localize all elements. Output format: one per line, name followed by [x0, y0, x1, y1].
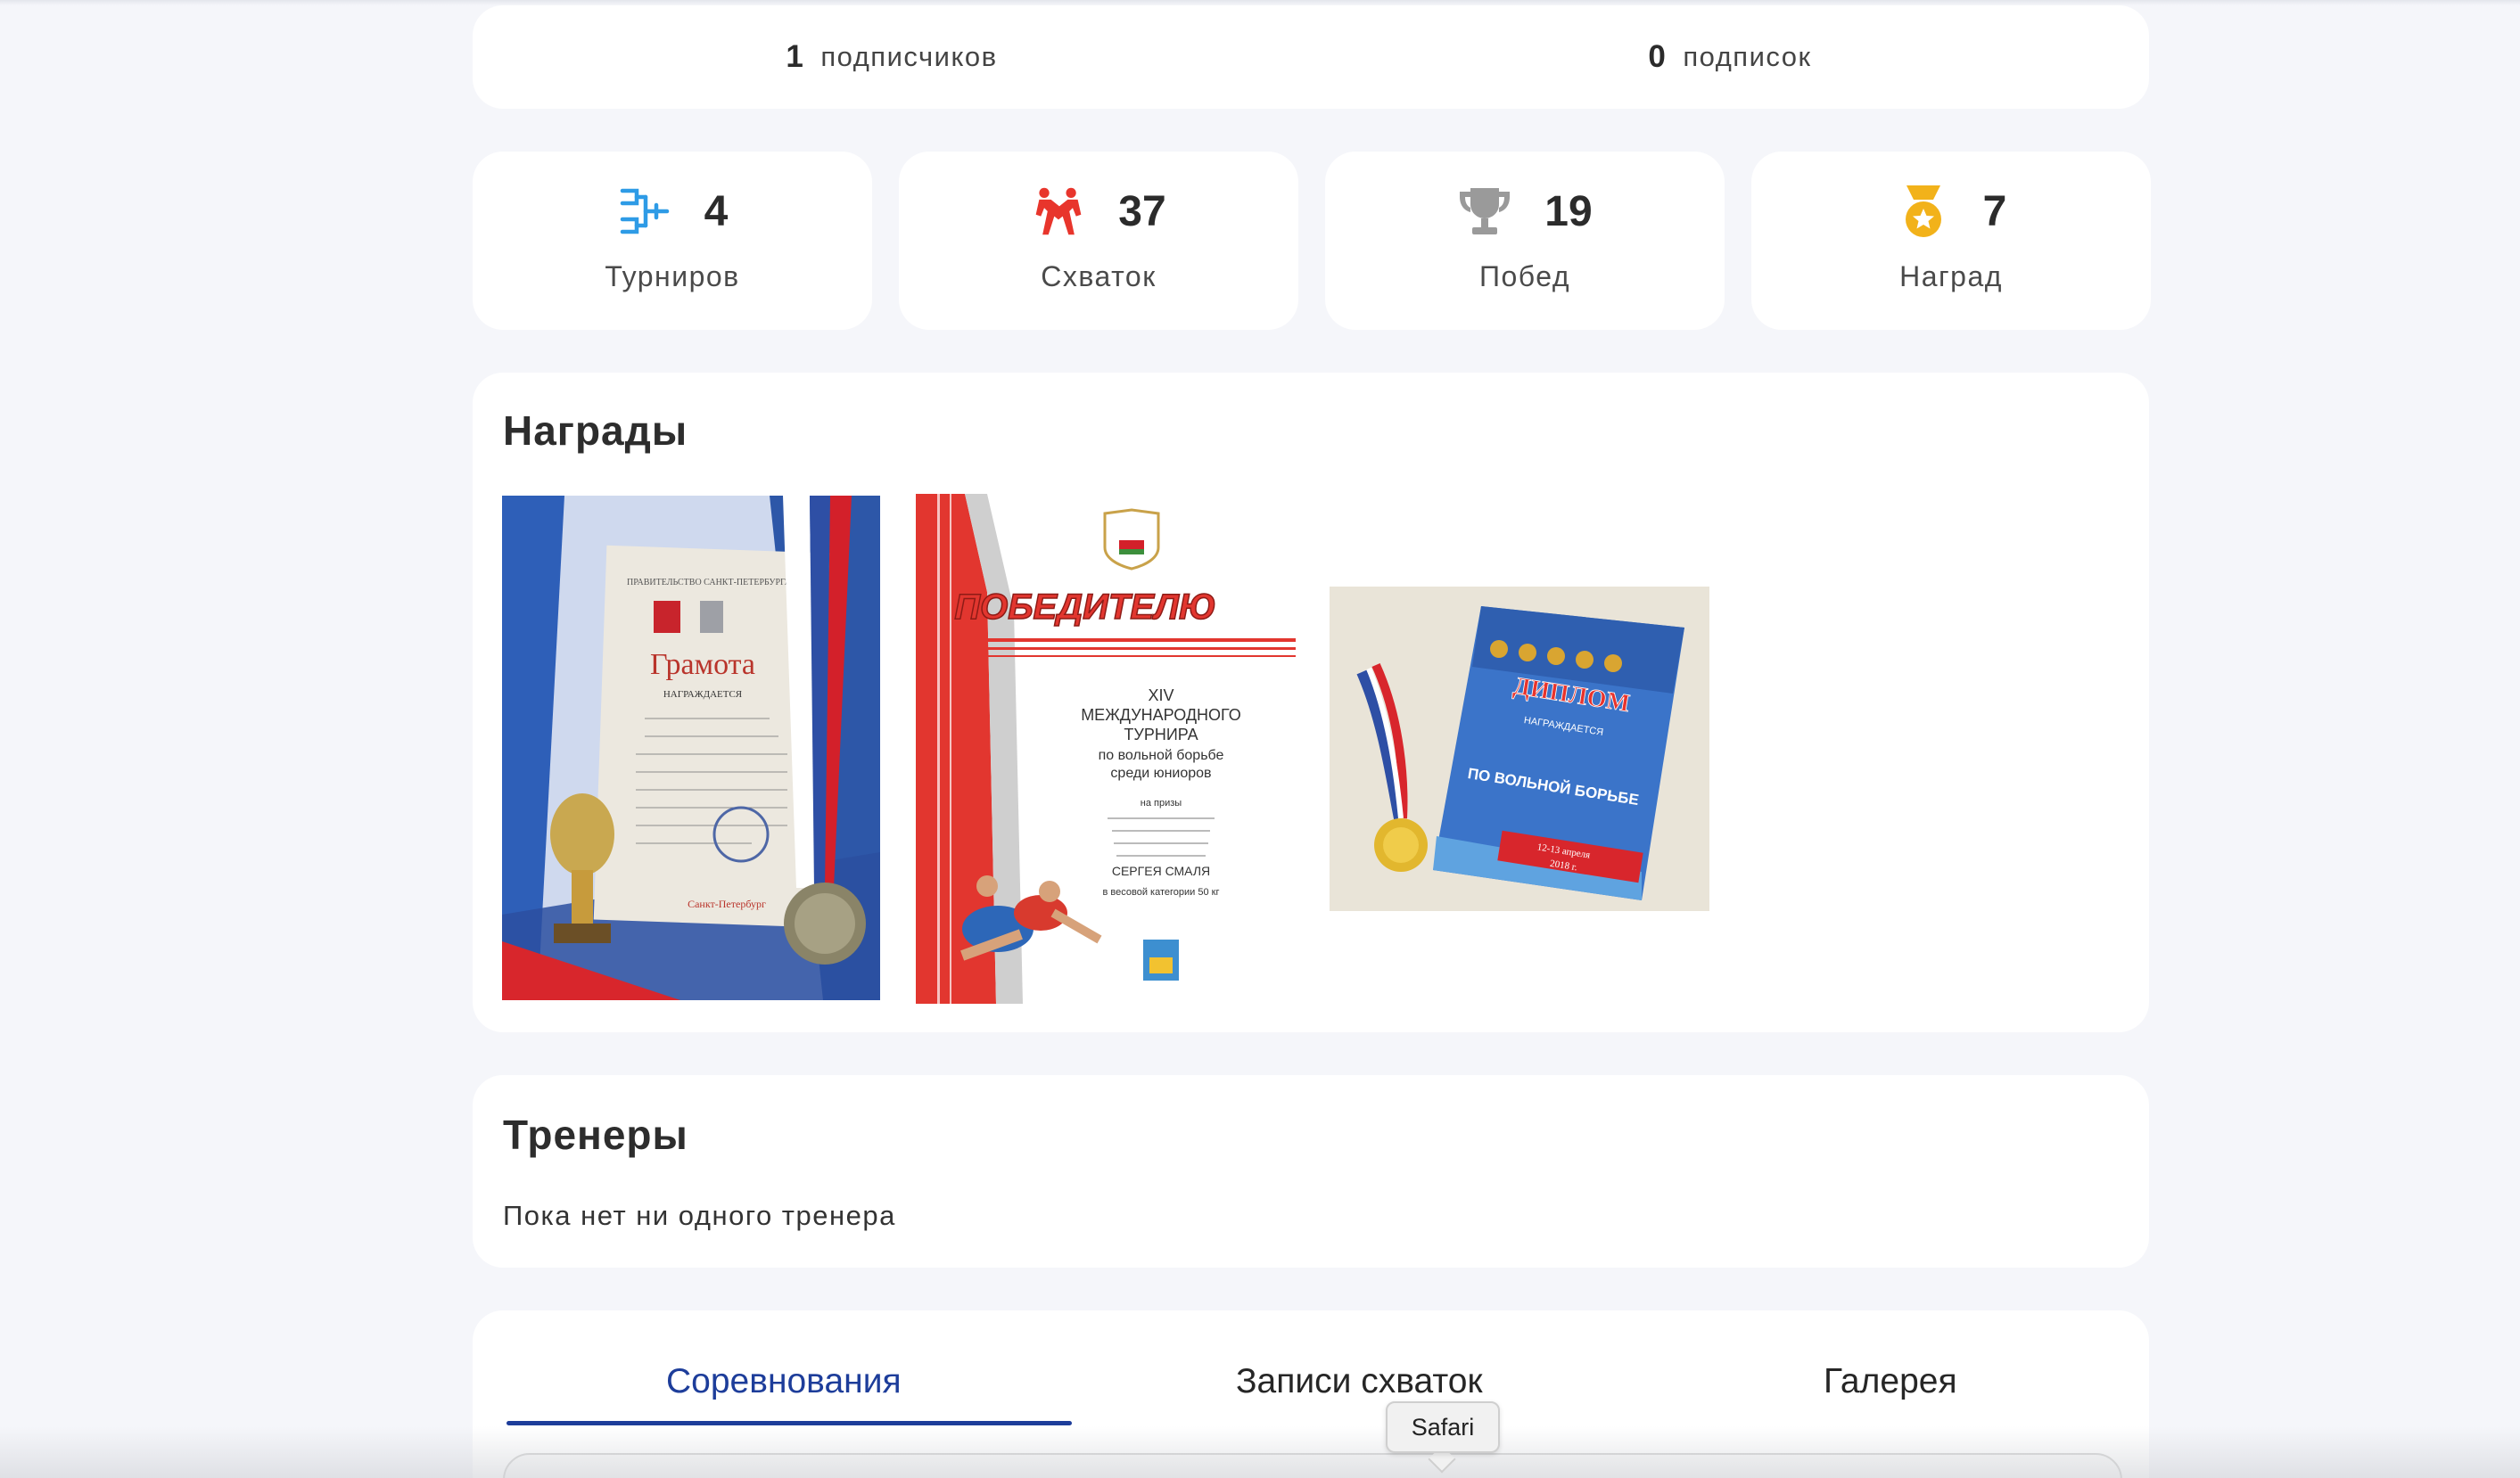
fights-count: 37 — [1118, 187, 1166, 235]
award-photo-diploma[interactable]: ДИПЛОМ НАГРАЖДАЕТСЯ ПО ВОЛЬНОЙ БОРЬБЕ 12… — [1330, 587, 1709, 911]
medal-icon — [1896, 184, 1951, 239]
winner-line3: ТУРНИРА — [1124, 726, 1198, 743]
winner-line7: СЕРГЕЯ СМАЛЯ — [1112, 864, 1210, 878]
awards-title: Награды — [503, 407, 688, 454]
stat-fights[interactable]: 37 Схваток — [899, 152, 1298, 330]
stat-awards[interactable]: 7 Наград — [1751, 152, 2151, 330]
followers-link[interactable]: 1 подписчиков — [473, 5, 1311, 109]
award-photo-winner[interactable]: ПОБЕДИТЕЛЮ XIV МЕЖДУНАРОДНОГО ТУРНИРА по… — [916, 494, 1296, 1004]
winner-line4: по вольной борьбе — [1099, 748, 1224, 763]
following-link[interactable]: 0 подписок — [1311, 5, 2149, 109]
wins-label: Побед — [1478, 260, 1571, 292]
trophy-icon — [1457, 184, 1512, 239]
followers-card: 1 подписчиков 0 подписок — [473, 5, 2149, 109]
gramota-footer: Санкт-Петербург — [688, 898, 766, 910]
profile-page: 1 подписчиков 0 подписок 4 Турниров 37 С… — [0, 0, 2520, 1478]
active-tab-indicator — [506, 1421, 1072, 1425]
winner-line8: в весовой категории 50 кг — [1103, 887, 1220, 898]
gramota-heading: Грамота — [650, 648, 755, 681]
trainers-title: Тренеры — [503, 1112, 688, 1158]
followers-label: подписчиков — [820, 41, 998, 72]
stat-wins[interactable]: 19 Побед — [1325, 152, 1725, 330]
fights-label: Схваток — [1041, 260, 1157, 292]
wrestlers-icon — [1031, 184, 1086, 239]
safari-tooltip: Safari — [1386, 1401, 1500, 1453]
award-photo-gramota[interactable]: ПРАВИТЕЛЬСТВО САНКТ-ПЕТЕРБУРГА Грамота Н… — [502, 496, 880, 1000]
trainers-empty-text: Пока нет ни одного тренера — [503, 1200, 896, 1231]
followers-count: 1 — [786, 39, 805, 74]
bracket-icon — [617, 184, 672, 239]
tab-fight-records[interactable]: Записи схваток — [1236, 1362, 1483, 1401]
trainers-section: Тренеры Пока нет ни одного тренера — [473, 1075, 2149, 1268]
winner-line5: среди юниоров — [1110, 766, 1211, 781]
awards-label: Наград — [1899, 260, 2003, 292]
tournaments-count: 4 — [704, 187, 729, 235]
tab-competitions[interactable]: Соревнования — [666, 1362, 902, 1401]
svg-text:ПРАВИТЕЛЬСТВО САНКТ-ПЕТЕРБУРГА: ПРАВИТЕЛЬСТВО САНКТ-ПЕТЕРБУРГА — [627, 578, 792, 587]
winner-heading: ПОБЕДИТЕЛЮ — [954, 587, 1215, 627]
tab-gallery[interactable]: Галерея — [1824, 1362, 1957, 1401]
awards-section: Награды ПРАВИТЕЛЬСТВО САНКТ-ПЕТЕРБУРГА Г… — [473, 373, 2149, 1032]
stat-tournaments[interactable]: 4 Турниров — [473, 152, 872, 330]
wins-count: 19 — [1544, 187, 1593, 235]
awards-count: 7 — [1982, 187, 2007, 235]
following-count: 0 — [1648, 39, 1668, 74]
winner-line1: XIV — [1148, 686, 1174, 704]
gramota-subheading: НАГРАЖДАЕТСЯ — [663, 689, 743, 700]
winner-line2: МЕЖДУНАРОДНОГО — [1081, 706, 1241, 724]
bottom-shadow — [0, 1426, 2520, 1478]
tournaments-label: Турниров — [605, 260, 740, 292]
following-label: подписок — [1683, 41, 1812, 72]
winner-line6: на призы — [1141, 798, 1182, 809]
